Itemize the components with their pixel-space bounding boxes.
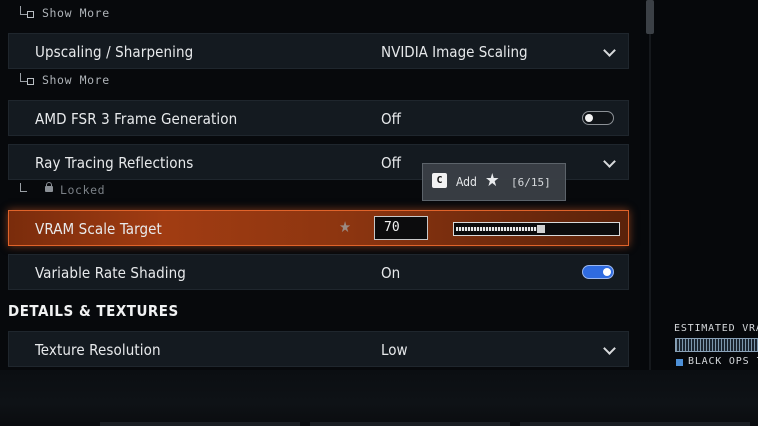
setting-label: Texture Resolution (35, 341, 161, 359)
setting-row-variable-rate-shading[interactable]: Variable Rate Shading On (8, 254, 629, 290)
setting-row-texture-resolution[interactable]: Texture Resolution Low (8, 331, 629, 367)
vram-legend-label: BLACK OPS 7 (688, 356, 758, 367)
setting-row-fsr-frame-generation[interactable]: AMD FSR 3 Frame Generation Off (8, 100, 629, 136)
favorite-tooltip: C Add ★ [6/15] (422, 163, 566, 201)
divider (310, 422, 510, 426)
toggle-switch[interactable] (582, 111, 614, 125)
star-icon: ★ (485, 170, 500, 191)
divider (520, 422, 750, 426)
setting-label: Ray Tracing Reflections (35, 154, 194, 172)
chevron-down-icon[interactable] (603, 342, 616, 355)
setting-label: Upscaling / Sharpening (35, 43, 194, 61)
scrollbar-track[interactable] (649, 34, 651, 370)
vram-slider[interactable] (453, 222, 620, 236)
tree-elbow-icon (20, 6, 27, 15)
setting-row-vram-scale-target[interactable]: VRAM Scale Target ★ 70 (8, 210, 629, 246)
setting-row-upscaling[interactable]: Upscaling / Sharpening NVIDIA Image Scal… (8, 33, 629, 69)
setting-label: VRAM Scale Target (35, 220, 162, 238)
slider-thumb[interactable] (537, 225, 545, 233)
vram-title: ESTIMATED VRA (674, 323, 758, 334)
estimated-vram-panel: ESTIMATED VRA BLACK OPS 7 (672, 320, 758, 370)
vram-usage-bar (675, 338, 758, 352)
toggle-knob (585, 114, 593, 122)
toggle-switch[interactable] (582, 265, 614, 279)
setting-value: Off (381, 110, 401, 128)
setting-label: AMD FSR 3 Frame Generation (35, 110, 238, 128)
legend-swatch (676, 359, 683, 366)
tree-elbow-icon (20, 73, 27, 82)
setting-value: Low (381, 341, 408, 359)
chevron-down-icon[interactable] (603, 155, 616, 168)
slider-fill (456, 227, 541, 231)
lock-icon (45, 182, 53, 192)
setting-label: Variable Rate Shading (35, 264, 186, 282)
star-icon[interactable]: ★ (339, 218, 351, 236)
tooltip-text: Add (456, 175, 477, 189)
chevron-down-icon[interactable] (603, 44, 616, 57)
toggle-knob (603, 268, 611, 276)
expand-square-icon (27, 78, 34, 85)
key-prompt-c: C (432, 173, 447, 188)
section-title: DETAILS & TEXTURES (8, 302, 179, 320)
favorite-count: [6/15] (511, 176, 551, 189)
expand-square-icon (27, 11, 34, 18)
tree-elbow-icon (20, 183, 27, 192)
scrollbar-thumb[interactable] (646, 0, 654, 34)
vram-value-input[interactable]: 70 (374, 216, 428, 240)
setting-value: On (381, 264, 401, 282)
bottom-bar (0, 370, 758, 426)
setting-value: NVIDIA Image Scaling (381, 43, 528, 61)
divider (100, 422, 300, 426)
setting-value: Off (381, 154, 401, 172)
